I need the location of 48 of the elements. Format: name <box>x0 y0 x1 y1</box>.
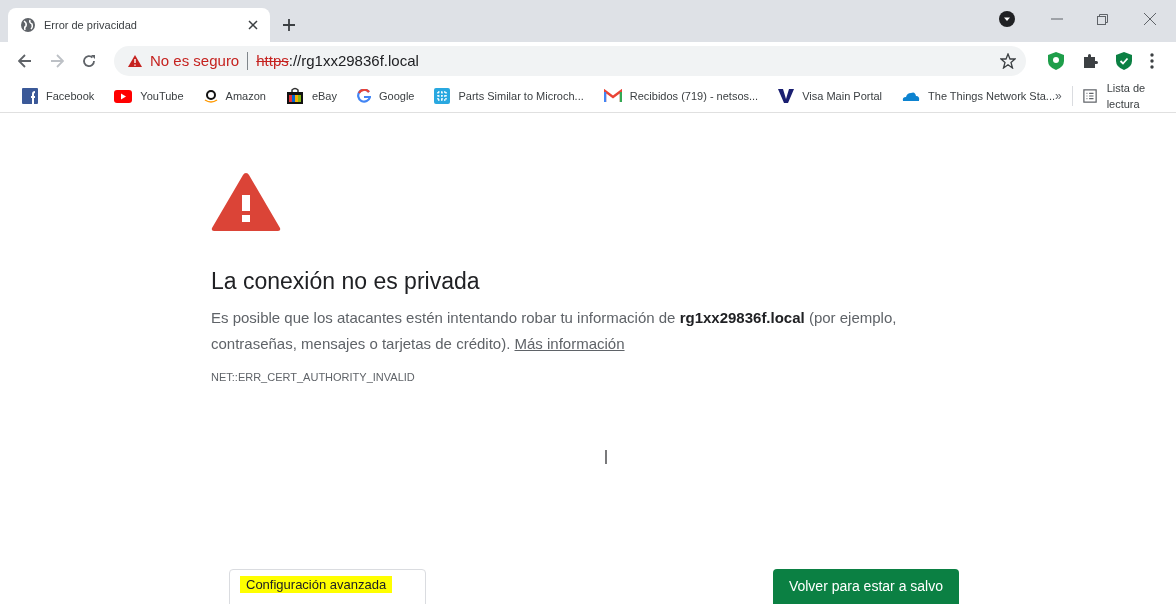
google-icon <box>357 89 371 103</box>
advanced-settings-button[interactable]: Configuración avanzada <box>229 569 426 604</box>
bookmark-link[interactable]: Parts Similar to Microch... <box>458 87 584 105</box>
dropdown-icon[interactable] <box>999 11 1015 27</box>
list-icon[interactable] <box>1082 88 1097 104</box>
bookmark-link[interactable]: Amazon <box>225 87 266 105</box>
page-heading: La conexión no es privada <box>211 267 481 296</box>
security-label[interactable]: No es seguro <box>150 49 240 73</box>
puzzle-icon[interactable] <box>1082 53 1098 69</box>
bookmark-link[interactable]: Visa Main Portal <box>802 87 883 105</box>
bookmark-link[interactable]: YouTube <box>140 87 184 105</box>
shield-icon[interactable] <box>1048 52 1064 70</box>
facebook-icon <box>22 88 38 104</box>
address-bar[interactable]: No es seguro https://rg1xx29836f.local <box>114 46 1026 76</box>
url-text: https://rg1xx29836f.local <box>256 50 420 71</box>
globe-icon <box>20 17 36 33</box>
more-bookmarks[interactable]: » <box>1055 87 1062 105</box>
shopping-bag-icon <box>285 87 304 105</box>
shield-check-icon[interactable] <box>1116 52 1132 70</box>
warning-icon <box>128 55 142 67</box>
description-text: Es posible que los atacantes estén intentando robar tu información de rg1xx29836f.local (por ejemplo, contraseñas, mensajes o tarjetas de crédito). Más información <box>211 307 898 354</box>
grid-icon <box>434 88 451 104</box>
play-icon <box>114 89 133 103</box>
v-icon <box>778 88 795 104</box>
star-icon[interactable] <box>1000 53 1016 69</box>
back-icon[interactable] <box>18 54 32 68</box>
error-code: NET::ERR_CERT_AUTHORITY_INVALID <box>211 369 416 385</box>
menu-icon[interactable] <box>1150 53 1154 69</box>
bookmark-link[interactable]: The Things Network Sta... <box>928 87 1056 105</box>
close-icon[interactable] <box>248 20 258 30</box>
new-tab-icon[interactable] <box>282 18 296 32</box>
reload-icon[interactable] <box>82 54 96 68</box>
bookmark-link[interactable]: Facebook <box>46 87 95 105</box>
bookmark-link[interactable]: eBay <box>311 87 337 105</box>
cloud-icon <box>902 91 921 101</box>
bookmark-link[interactable]: Google <box>379 87 415 105</box>
browser-tab[interactable]: Error de privacidad <box>8 8 270 42</box>
reading-list-link[interactable]: Lista de lectura <box>1106 79 1172 113</box>
mail-icon <box>603 89 622 103</box>
smile-arrow-icon <box>203 88 218 104</box>
bookmark-link[interactable]: Recibidos (719) - netsos... <box>629 87 759 105</box>
warning-icon <box>211 171 281 232</box>
restore-icon[interactable] <box>1097 13 1108 25</box>
close-window-icon[interactable] <box>1144 13 1156 25</box>
tab-title: Error de privacidad <box>44 17 138 33</box>
back-to-safety-button[interactable]: Volver para estar a salvo <box>772 569 959 604</box>
text-cursor-icon <box>605 450 607 464</box>
more-info-link[interactable]: Más información <box>514 334 625 352</box>
